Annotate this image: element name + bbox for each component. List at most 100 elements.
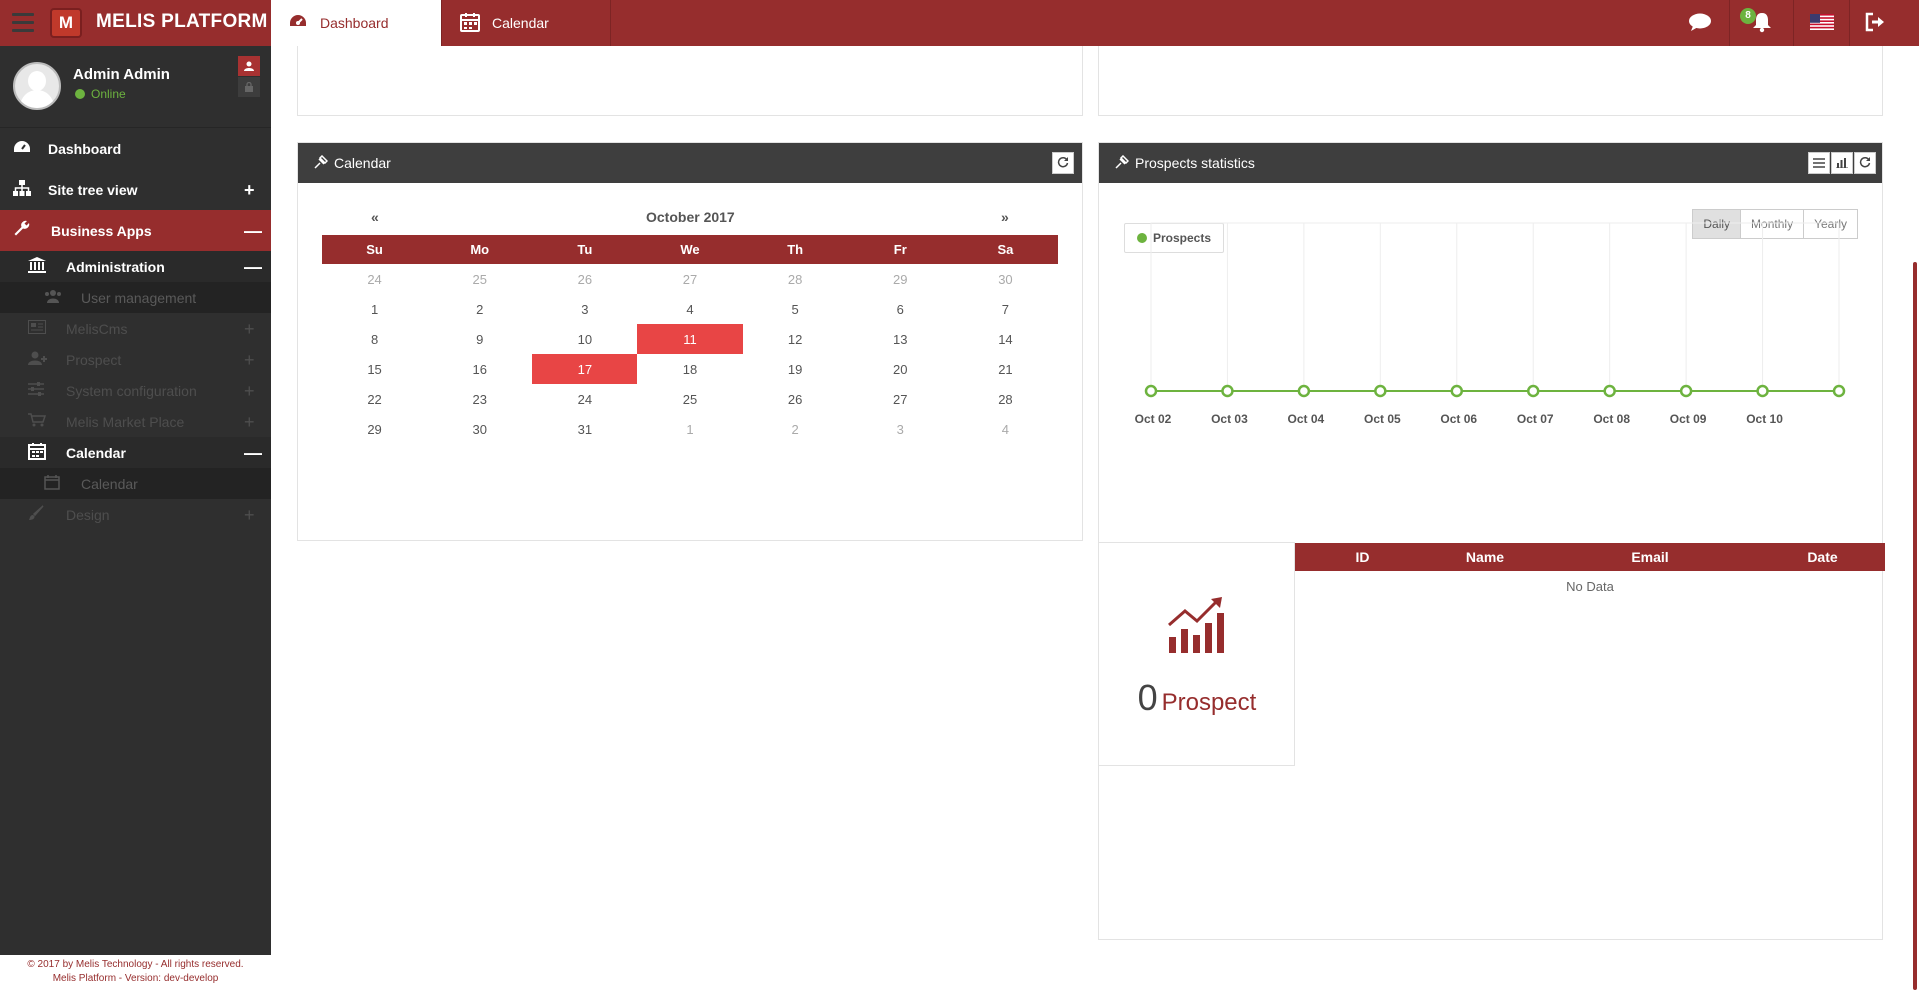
user-panel: Admin Admin Online bbox=[0, 46, 271, 128]
weekday-header: Tu bbox=[532, 235, 638, 264]
calendar-day[interactable]: 24 bbox=[532, 384, 637, 414]
sidebar-item-calendar[interactable]: Calendar bbox=[0, 468, 271, 499]
calendar-day[interactable]: 26 bbox=[743, 384, 848, 414]
chart-x-tick-label: Oct 08 bbox=[1593, 412, 1630, 426]
calendar-day[interactable]: 10 bbox=[532, 324, 637, 354]
calendar-day[interactable]: 30 bbox=[427, 414, 532, 444]
expand-icon[interactable]: + bbox=[244, 506, 255, 524]
list-view-button[interactable] bbox=[1808, 152, 1830, 174]
logout-button[interactable] bbox=[1850, 0, 1900, 46]
menu-toggle-icon[interactable] bbox=[12, 13, 34, 33]
prospects-line-chart: Oct 02 Oct 03 Oct 04 Oct 05 Oct 06 Oct 07 Oct … bbox=[1135, 222, 1846, 426]
page-scrollbar[interactable] bbox=[1913, 262, 1917, 990]
sidebar-item-business-apps[interactable]: Business Apps — bbox=[0, 210, 271, 251]
calendar-day[interactable]: 12 bbox=[743, 324, 848, 354]
calendar-month-title[interactable]: October 2017 bbox=[646, 209, 735, 225]
sidebar-item-calendar-group[interactable]: Calendar — bbox=[0, 437, 271, 468]
calendar-day[interactable]: 6 bbox=[848, 294, 953, 324]
sidebar-item-administration[interactable]: Administration — bbox=[0, 251, 271, 282]
calendar-day[interactable]: 5 bbox=[743, 294, 848, 324]
calendar-day[interactable]: 28 bbox=[743, 264, 848, 294]
calendar-day[interactable]: 3 bbox=[532, 294, 637, 324]
calendar-day[interactable]: 2 bbox=[743, 414, 848, 444]
add-user-icon bbox=[28, 351, 48, 368]
calendar-day[interactable]: 8 bbox=[322, 324, 427, 354]
refresh-button[interactable] bbox=[1052, 152, 1074, 174]
sidebar-item-meliscms[interactable]: MelisCms + bbox=[0, 313, 271, 344]
sidebar-item-user-management[interactable]: User management bbox=[0, 282, 271, 313]
refresh-button[interactable] bbox=[1854, 152, 1876, 174]
table-header-row: ID Name Email Date bbox=[1295, 543, 1885, 571]
calendar-day[interactable]: 22 bbox=[322, 384, 427, 414]
calendar-day[interactable]: 25 bbox=[427, 264, 532, 294]
calendar-day[interactable]: 18 bbox=[637, 354, 742, 384]
column-header-name[interactable]: Name bbox=[1430, 543, 1540, 571]
calendar-day[interactable]: 23 bbox=[427, 384, 532, 414]
profile-button[interactable] bbox=[238, 56, 260, 76]
column-header-email[interactable]: Email bbox=[1540, 543, 1760, 571]
next-month-button[interactable]: » bbox=[1001, 209, 1009, 225]
bar-chart-icon bbox=[1836, 155, 1848, 171]
sidebar-item-site-tree-view[interactable]: Site tree view + bbox=[0, 169, 271, 210]
chat-button[interactable] bbox=[1670, 0, 1730, 46]
calendar-day[interactable]: 21 bbox=[953, 354, 1058, 384]
tab-dashboard[interactable]: Dashboard bbox=[271, 0, 441, 46]
sidebar-item-dashboard[interactable]: Dashboard bbox=[0, 128, 271, 169]
sidebar-item-system-configuration[interactable]: System configuration + bbox=[0, 375, 271, 406]
lock-button[interactable] bbox=[238, 77, 260, 97]
calendar-day-highlighted[interactable]: 11 bbox=[637, 324, 743, 354]
expand-icon[interactable]: + bbox=[244, 351, 255, 369]
calendar-day[interactable]: 3 bbox=[848, 414, 953, 444]
calendar-day[interactable]: 16 bbox=[427, 354, 532, 384]
calendar-day[interactable]: 25 bbox=[637, 384, 742, 414]
calendar-day[interactable]: 31 bbox=[532, 414, 637, 444]
sidebar-item-label: System configuration bbox=[66, 382, 197, 399]
calendar-day[interactable]: 27 bbox=[848, 384, 953, 414]
language-button[interactable] bbox=[1794, 0, 1850, 46]
notifications-button[interactable]: 8 bbox=[1730, 0, 1794, 46]
calendar-day[interactable]: 2 bbox=[427, 294, 532, 324]
tab-dashboard-label: Dashboard bbox=[320, 15, 389, 31]
sidebar-item-design[interactable]: Design + bbox=[0, 499, 271, 530]
users-icon bbox=[43, 289, 63, 306]
calendar-day[interactable]: 7 bbox=[953, 294, 1058, 324]
calendar-day[interactable]: 13 bbox=[848, 324, 953, 354]
collapse-icon[interactable]: — bbox=[244, 222, 262, 240]
collapse-icon[interactable]: — bbox=[244, 258, 262, 276]
calendar-day[interactable]: 24 bbox=[322, 264, 427, 294]
calendar-day[interactable]: 30 bbox=[953, 264, 1058, 294]
calendar-day[interactable]: 29 bbox=[322, 414, 427, 444]
prev-month-button[interactable]: « bbox=[371, 209, 379, 225]
calendar-day[interactable]: 1 bbox=[637, 414, 742, 444]
calendar-day[interactable]: 4 bbox=[953, 414, 1058, 444]
column-header-id[interactable]: ID bbox=[1295, 543, 1430, 571]
calendar-day[interactable]: 1 bbox=[322, 294, 427, 324]
calendar-day[interactable]: 28 bbox=[953, 384, 1058, 414]
calendar-day[interactable]: 19 bbox=[743, 354, 848, 384]
calendar-grid: Su Mo Tu We Th Fr Sa 24 25 26 27 28 29 3… bbox=[322, 235, 1058, 444]
calendar-day-highlighted[interactable]: 17 bbox=[532, 354, 638, 384]
sitemap-icon bbox=[13, 180, 31, 199]
user-name: Admin Admin bbox=[73, 66, 170, 83]
chart-data-point bbox=[1374, 384, 1387, 398]
column-header-date[interactable]: Date bbox=[1760, 543, 1885, 571]
expand-icon[interactable]: + bbox=[244, 320, 255, 338]
expand-icon[interactable]: + bbox=[244, 382, 255, 400]
tab-calendar[interactable]: Calendar bbox=[441, 0, 611, 46]
sidebar-item-prospect[interactable]: Prospect + bbox=[0, 344, 271, 375]
chart-view-button[interactable] bbox=[1831, 152, 1853, 174]
refresh-icon bbox=[1859, 155, 1871, 171]
calendar-day[interactable]: 27 bbox=[637, 264, 742, 294]
expand-icon[interactable]: + bbox=[244, 181, 255, 199]
calendar-day[interactable]: 20 bbox=[848, 354, 953, 384]
sidebar-item-melis-market-place[interactable]: Melis Market Place + bbox=[0, 406, 271, 437]
calendar-day[interactable]: 14 bbox=[953, 324, 1058, 354]
calendar-day[interactable]: 9 bbox=[427, 324, 532, 354]
expand-icon[interactable]: + bbox=[244, 413, 255, 431]
collapse-icon[interactable]: — bbox=[244, 444, 262, 462]
calendar-day[interactable]: 29 bbox=[848, 264, 953, 294]
calendar-day[interactable]: 15 bbox=[322, 354, 427, 384]
brush-icon bbox=[28, 505, 44, 524]
calendar-day[interactable]: 4 bbox=[637, 294, 742, 324]
calendar-day[interactable]: 26 bbox=[532, 264, 637, 294]
